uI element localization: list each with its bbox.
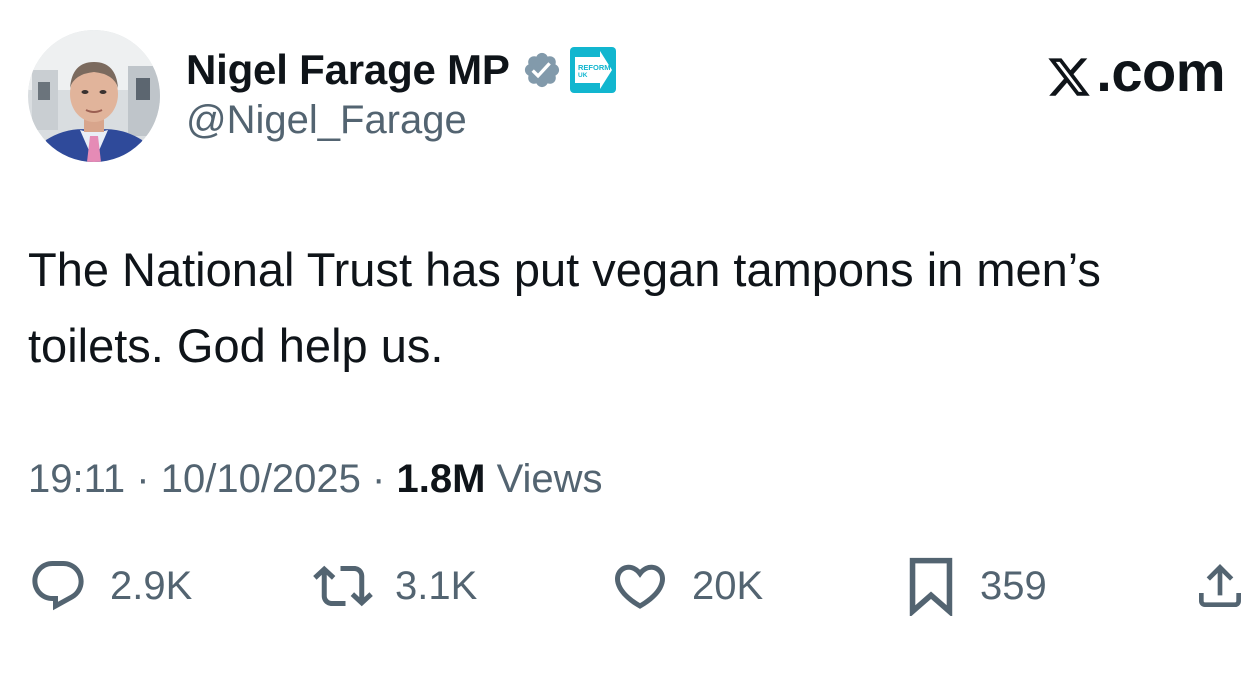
like-icon: [610, 556, 670, 616]
badge-line-1: REFORM: [578, 63, 611, 72]
avatar-photo: [28, 30, 160, 162]
x-brand: .com: [1046, 39, 1225, 103]
share-icon: [1192, 556, 1248, 616]
avatar[interactable]: [28, 30, 160, 162]
author-display-name[interactable]: Nigel Farage MP: [186, 46, 510, 94]
repost-count: 3.1K: [395, 563, 478, 608]
brand-domain-label: .com: [1096, 39, 1225, 103]
meta-separator: ·: [136, 457, 150, 501]
like-button[interactable]: 20K: [610, 556, 763, 616]
meta-separator: ·: [372, 457, 386, 501]
tweet-meta: 19:11 · 10/10/2025 · 1.8M Views: [28, 457, 603, 502]
repost-button[interactable]: 3.1K: [313, 556, 477, 616]
repost-icon: [313, 556, 373, 616]
bookmark-icon: [904, 556, 958, 616]
share-button[interactable]: [1192, 556, 1248, 616]
tweet-date[interactable]: 10/10/2025: [161, 457, 361, 501]
like-count: 20K: [692, 563, 764, 608]
reform-uk-badge[interactable]: REFORM UK: [569, 47, 616, 93]
reply-button[interactable]: 2.9K: [28, 556, 192, 616]
tweet-text: The National Trust has put vegan tampons…: [28, 243, 1101, 372]
badge-line-2: UK: [578, 72, 588, 79]
views-count: 1.8M: [396, 457, 486, 501]
author-handle[interactable]: @Nigel_Farage: [186, 98, 467, 143]
reply-icon: [28, 556, 88, 616]
tweet-time[interactable]: 19:11: [28, 457, 125, 501]
bookmark-button[interactable]: 359: [904, 556, 1047, 616]
action-bar: 2.9K 3.1K 20K 359: [0, 556, 1249, 616]
views-label: Views: [496, 457, 603, 501]
x-logo-icon: [1046, 48, 1092, 96]
verified-badge-icon[interactable]: [522, 50, 562, 90]
bookmark-count: 359: [980, 563, 1047, 608]
reply-count: 2.9K: [110, 563, 193, 608]
author-name-row: Nigel Farage MP REFORM UK: [186, 42, 616, 98]
